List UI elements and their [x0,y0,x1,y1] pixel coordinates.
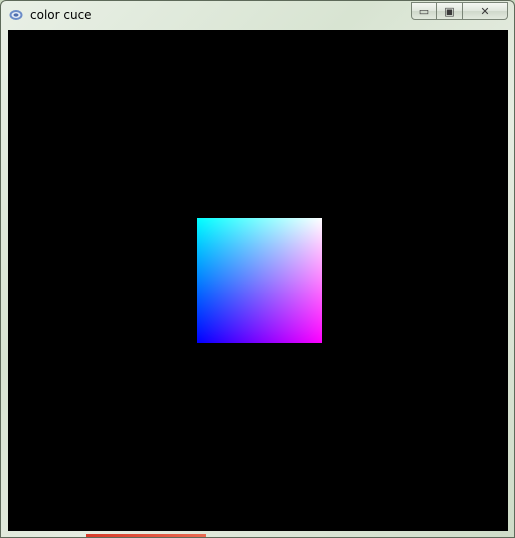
window-controls: ▭ ▣ ✕ [411,2,508,21]
title-bar[interactable]: color cuce ▭ ▣ ✕ [1,1,514,30]
maximize-icon: ▣ [444,4,455,18]
minimize-button[interactable]: ▭ [411,2,437,20]
window-title: color cuce [30,8,92,22]
color-cube [197,218,322,343]
close-icon: ✕ [480,4,490,18]
taskbar-strip [86,534,206,537]
app-icon [9,10,23,20]
minimize-icon: ▭ [418,4,430,18]
close-button[interactable]: ✕ [463,2,508,20]
render-canvas[interactable] [8,30,508,531]
app-window: color cuce ▭ ▣ ✕ [0,0,515,538]
maximize-button[interactable]: ▣ [437,2,463,20]
